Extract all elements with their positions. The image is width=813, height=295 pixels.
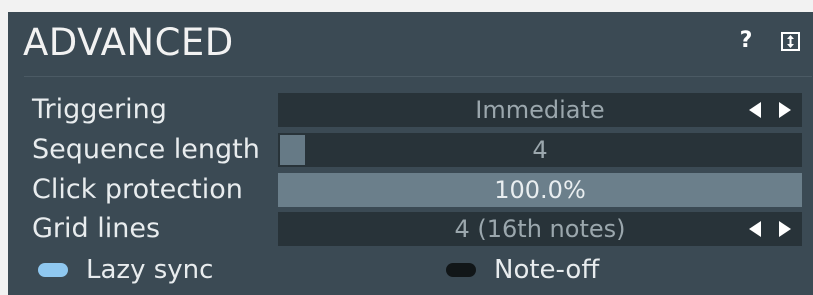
click-protection-label: Click protection (32, 174, 243, 205)
grid-lines-selector[interactable]: 4 (16th notes) (278, 212, 802, 246)
grid-lines-value: 4 (16th notes) (454, 215, 626, 243)
click-protection-value: 100.0% (494, 176, 586, 204)
panel-title: ADVANCED (23, 21, 234, 64)
triggering-value: Immediate (475, 96, 605, 124)
triggering-selector[interactable]: Immediate (278, 93, 802, 127)
note-off-toggle[interactable] (446, 263, 476, 277)
question-mark-icon[interactable]: ? (736, 29, 756, 53)
previous-arrow-icon[interactable] (749, 102, 761, 118)
previous-arrow-icon[interactable] (749, 221, 761, 237)
next-arrow-icon[interactable] (779, 221, 791, 237)
advanced-panel: ADVANCED ? Triggering Immediate Sequence… (8, 12, 813, 295)
sequence-length-value: 4 (532, 136, 548, 164)
lazy-sync-toggle[interactable] (38, 263, 68, 277)
title-divider (24, 76, 812, 77)
grid-lines-label: Grid lines (32, 213, 161, 244)
sequence-length-slider[interactable]: 4 (278, 133, 802, 167)
click-protection-slider[interactable]: 100.0% (278, 173, 802, 207)
sequence-length-label: Sequence length (32, 134, 260, 165)
triggering-label: Triggering (32, 94, 167, 125)
next-arrow-icon[interactable] (779, 102, 791, 118)
panel-menu-icon[interactable] (781, 32, 800, 51)
lazy-sync-label: Lazy sync (86, 255, 214, 285)
note-off-label: Note-off (494, 255, 600, 285)
